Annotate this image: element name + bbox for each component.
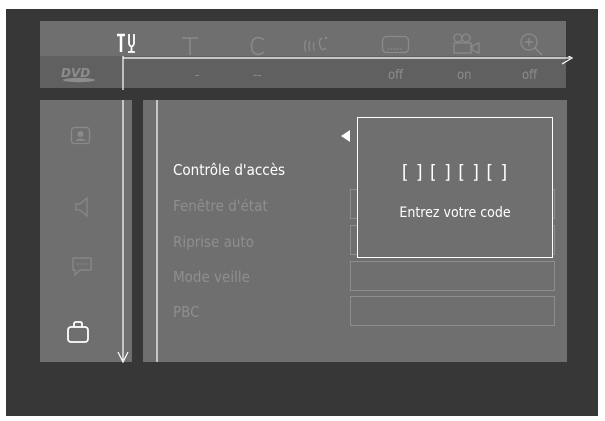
- dvd-logo: DVD: [57, 64, 109, 84]
- title-value: -: [195, 68, 200, 83]
- panel-divider-icon: [156, 100, 158, 362]
- code-prompt: Entrez votre code: [399, 205, 511, 221]
- chapter-value: --: [253, 68, 262, 83]
- language-icon[interactable]: [70, 255, 94, 283]
- menu-item-status-window[interactable]: Fenêtre d'état: [173, 197, 268, 215]
- menu-item-auto-resume[interactable]: Riprise auto: [173, 233, 254, 251]
- menu-item-parental-control[interactable]: Contrôle d'accès: [173, 161, 285, 179]
- picture-icon[interactable]: [70, 126, 92, 150]
- angle-value: off: [522, 68, 538, 83]
- menu-item-pbc[interactable]: PBC: [173, 303, 200, 321]
- features-icon[interactable]: [66, 319, 92, 349]
- menu-item-standby-mode[interactable]: Mode veille: [173, 268, 250, 286]
- access-code-popup: [ ] [ ] [ ] [ ] Entrez votre code: [357, 117, 553, 258]
- pbc-value-box[interactable]: [350, 296, 555, 326]
- sidebar-divider-icon: [117, 100, 129, 364]
- popup-pointer-icon: [341, 130, 350, 142]
- standby-mode-value-box[interactable]: [350, 261, 555, 291]
- header-divider-icon: [122, 56, 574, 90]
- audio-value: off: [388, 68, 404, 83]
- code-entry-field[interactable]: [ ] [ ] [ ] [ ]: [358, 161, 552, 183]
- sound-icon[interactable]: [72, 196, 92, 222]
- subtitle-value: on: [457, 68, 472, 83]
